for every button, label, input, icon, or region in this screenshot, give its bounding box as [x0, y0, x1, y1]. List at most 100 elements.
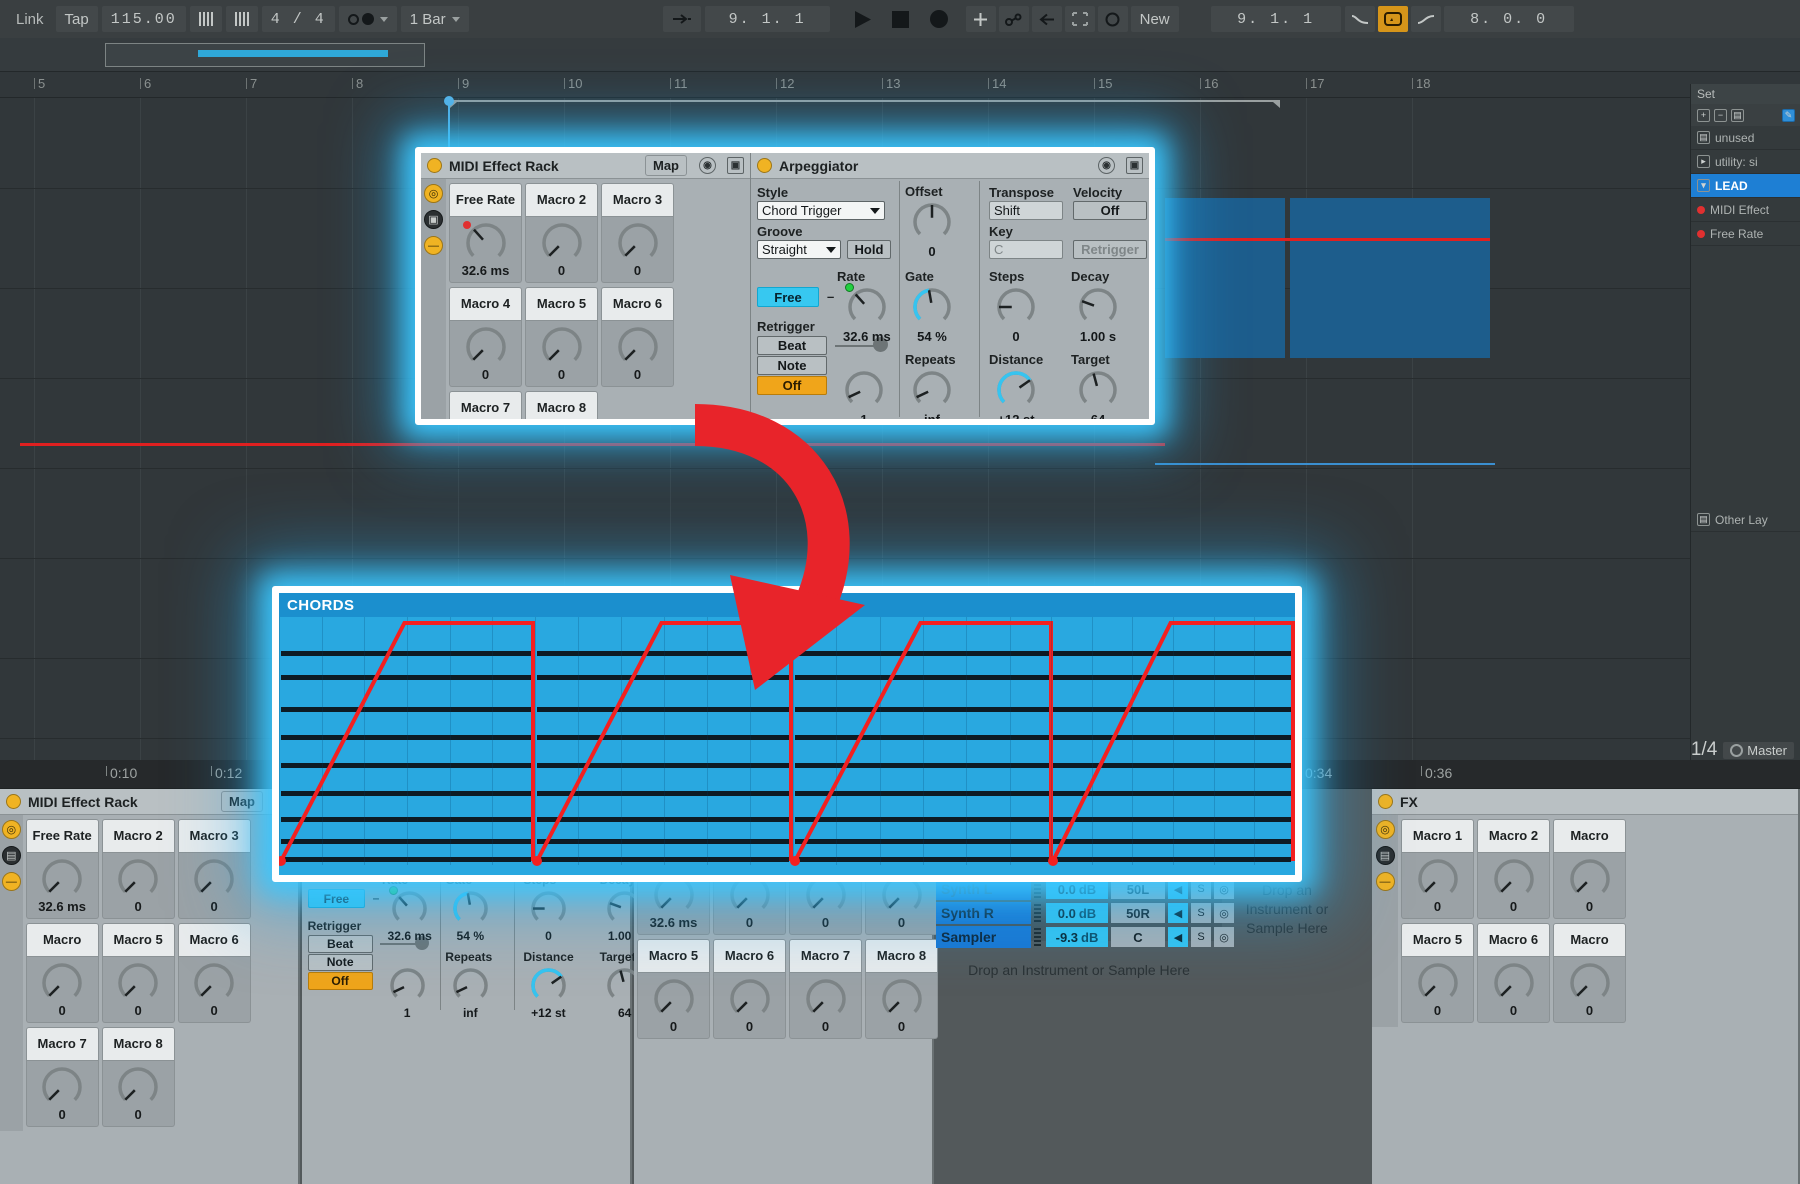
macro-control[interactable]: Free Rate 32.6 ms [26, 819, 99, 919]
hot-swap-icon[interactable]: ◎ [1214, 879, 1234, 899]
style-select[interactable]: Chord Trigger [757, 201, 885, 220]
macro-control[interactable]: Macro 2 0 [102, 819, 175, 919]
retrigger-beat-button[interactable]: Beat [757, 336, 827, 355]
macro-knob[interactable]: 0 [1553, 957, 1626, 1023]
play-button[interactable] [850, 7, 876, 31]
device-title-bar[interactable]: MIDI Effect Rack Map ◉ ▣ [421, 153, 750, 179]
grid-size-value[interactable]: 1/4 [1691, 739, 1717, 761]
free-button[interactable]: Free [308, 889, 366, 908]
loop-switch-button[interactable] [1378, 6, 1408, 32]
minus-icon[interactable]: − [1714, 109, 1727, 122]
volume-field[interactable]: 0.0dB [1046, 879, 1108, 899]
device-title-bar[interactable]: Arpeggiator ◉ ▣ [751, 153, 1149, 179]
hot-swap-icon[interactable]: ◉ [699, 157, 716, 174]
automation-envelope[interactable] [279, 617, 535, 865]
macro-control[interactable]: Macro 8 0 [865, 939, 938, 1039]
pan-field[interactable]: C [1111, 927, 1165, 947]
macro-knob[interactable]: 0 [1401, 957, 1474, 1023]
punch-in-icon[interactable] [663, 6, 701, 32]
link-button[interactable]: Link [10, 6, 50, 32]
macro-show-icon[interactable]: ◎ [2, 820, 21, 839]
plus-icon[interactable]: + [1697, 109, 1710, 122]
retrigger-off-button[interactable]: Off [308, 972, 373, 990]
volume-slider[interactable] [1034, 927, 1043, 947]
macro-control[interactable]: Macro 3 0 [178, 819, 251, 919]
macro-control[interactable]: Macro 2 0 [1477, 819, 1550, 919]
arrangement-clip[interactable] [1165, 198, 1285, 358]
automation-envelope[interactable] [793, 617, 1053, 865]
sidebar-toolbar[interactable]: + − ▤ ✎ [1691, 104, 1800, 126]
repeats-knob[interactable]: inf [451, 966, 490, 1020]
macro-control[interactable]: Macro 8 0 [102, 1027, 175, 1127]
sidebar-item-utility-si[interactable]: ▸utility: si [1691, 150, 1800, 174]
fx-rack[interactable]: FX ◎ ▤ — Macro 1 0Macro 2 0Macro 0Macro … [1372, 789, 1800, 1184]
sidebar-item-lead[interactable]: ▾LEAD [1691, 174, 1800, 198]
macro-knob[interactable]: 32.6 ms [26, 853, 99, 919]
mixer-rows[interactable]: Synth L0.0dB50L◀S◎Synth R0.0dB50R◀S◎Samp… [936, 877, 1234, 949]
automation-envelope[interactable] [535, 617, 793, 865]
mixer-row[interactable]: Synth R0.0dB50R◀S◎ [936, 901, 1234, 925]
gate-knob[interactable]: 54 % [911, 286, 953, 344]
chain-list-icon[interactable]: ▣ [424, 210, 443, 229]
macro-knob[interactable]: 0 [178, 853, 251, 919]
macro-control[interactable]: Macro 5 0 [637, 939, 710, 1039]
groove-select[interactable]: Straight [757, 240, 841, 259]
macro-control[interactable]: Macro 0 [1553, 923, 1626, 1023]
volume-field[interactable]: -9.3dB [1046, 927, 1108, 947]
macro-knob[interactable]: 0 [102, 957, 175, 1023]
repeats-knob[interactable]: inf [911, 369, 953, 425]
new-button[interactable]: New [1131, 6, 1179, 32]
macro-control[interactable]: Macro 5 0 [102, 923, 175, 1023]
macro-grid[interactable]: Free Rate 32.6 msMacro 2 0Macro 3 0Macro… [446, 179, 750, 425]
macro-knob[interactable]: 0 [1477, 957, 1550, 1023]
macro-knob[interactable]: 0 [102, 853, 175, 919]
rate-knob[interactable]: 32.6 ms [388, 889, 432, 943]
macro-control[interactable]: Macro 5 0 [525, 287, 598, 387]
mixer-track-name[interactable]: Sampler [936, 926, 1031, 948]
device-power-icon[interactable] [1378, 794, 1393, 809]
sidebar-item-free-rate[interactable]: Free Rate [1691, 222, 1800, 246]
automation-envelope[interactable] [1051, 617, 1295, 865]
drop-zone-right[interactable]: Drop an Instrument or Sample Here [1232, 881, 1342, 938]
macro-knob[interactable]: 0 [26, 1061, 99, 1127]
macro-knob[interactable]: 0 [525, 217, 598, 283]
macro-show-icon[interactable]: ◎ [424, 184, 443, 203]
clip-notes-area[interactable] [279, 617, 1295, 875]
macro-knob[interactable]: 0 [637, 973, 710, 1039]
speaker-icon[interactable]: ◀ [1168, 879, 1188, 899]
speaker-icon[interactable]: ◀ [1168, 927, 1188, 947]
macro-show-icon[interactable]: ◎ [1376, 820, 1395, 839]
automation-line[interactable] [1155, 463, 1495, 465]
fade-out-icon[interactable] [1411, 6, 1441, 32]
chain-list-icon[interactable]: ▤ [1376, 846, 1395, 865]
device-power-icon[interactable] [757, 158, 772, 173]
macro-grid[interactable]: Macro 1 0Macro 2 0Macro 0Macro 5 0Macro … [1398, 815, 1635, 1027]
macro-control[interactable]: Macro 2 0 [525, 183, 598, 283]
volume-slider[interactable] [1034, 879, 1043, 899]
macro-control[interactable]: Macro 3 0 [601, 183, 674, 283]
stop-button[interactable] [888, 7, 914, 31]
mixer-track-name[interactable]: Synth R [936, 902, 1031, 924]
device-title-bar[interactable]: MIDI Effect Rack Map [0, 789, 298, 815]
transpose-select[interactable]: Shift [989, 201, 1063, 220]
macro-knob[interactable]: 0 [601, 321, 674, 387]
decay-knob[interactable]: 1.00 s [1077, 286, 1119, 344]
loop-length-field[interactable]: 8. 0. 0 [1444, 6, 1574, 32]
macro-knob[interactable]: 0 [789, 973, 862, 1039]
target-knob[interactable]: 64 [1077, 369, 1119, 425]
macro-control[interactable]: Macro 7 0 [26, 1027, 99, 1127]
free-button[interactable]: Free [757, 287, 819, 307]
macro-knob[interactable]: 0 [601, 217, 674, 283]
device-fold-icon[interactable]: — [2, 872, 21, 891]
volume-slider[interactable] [1034, 903, 1043, 923]
draw-mode-button[interactable] [1098, 6, 1128, 32]
midi-arm-icon[interactable] [339, 6, 397, 32]
bottom-midi-effect-rack[interactable]: MIDI Effect Rack Map ◎ ▤ — Free Rate 32.… [0, 789, 300, 1184]
save-preset-icon[interactable]: ▣ [1126, 157, 1143, 174]
macro-knob[interactable]: 0 [1401, 853, 1474, 919]
sidebar-item-other-lay[interactable]: ▤Other Lay [1691, 508, 1800, 532]
device-power-icon[interactable] [6, 794, 21, 809]
drop-zone-center[interactable]: Drop an Instrument or Sample Here [936, 961, 1222, 980]
track-list-sidebar[interactable]: Set + − ▤ ✎ ▤unused▸utility: si▾LEADMIDI… [1690, 84, 1800, 784]
steps-knob[interactable]: 0 [995, 286, 1037, 344]
